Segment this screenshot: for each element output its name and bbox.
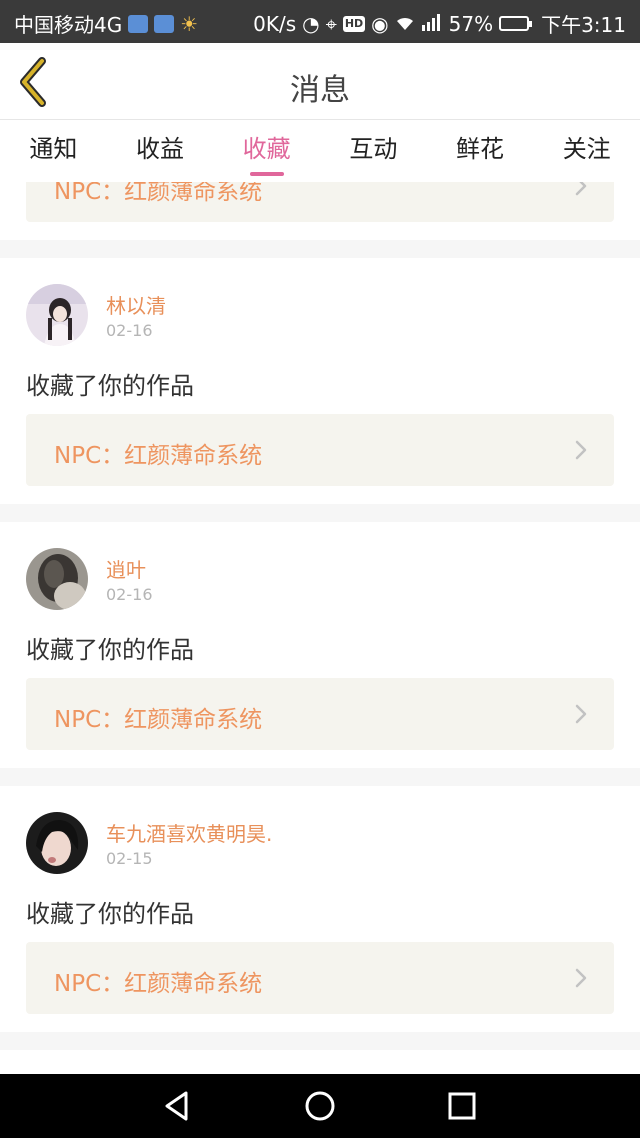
username[interactable]: 林以清 (106, 290, 166, 319)
wifi-icon (395, 12, 415, 36)
clock: 下午3:11 (541, 13, 626, 37)
chevron-right-icon (575, 440, 587, 460)
message-date: 02-16 (106, 585, 153, 604)
work-link[interactable]: NPC：红颜薄命系统 (26, 182, 614, 222)
message-date: 02-16 (106, 321, 153, 340)
data-saver-icon: ◔ (302, 11, 320, 36)
triangle-back-icon (165, 1091, 188, 1121)
nav-home-button[interactable] (302, 1088, 338, 1124)
action-text: 收藏了你的作品 (26, 636, 194, 664)
message-card: 逍叶 02-16 收藏了你的作品 NPC：红颜薄命系统 (0, 522, 640, 768)
status-bar-left: 中国移动4G ☀ (14, 9, 198, 38)
tab-notifications[interactable]: 通知 (0, 120, 107, 182)
hd-icon: HD (342, 15, 366, 32)
tab-favorites[interactable]: 收藏 (213, 120, 320, 182)
eye-icon: ◉ (371, 11, 389, 36)
message-card: 车九酒喜欢黄明昊. 02-15 收藏了你的作品 NPC：红颜薄命系统 (0, 786, 640, 1032)
chevron-right-icon (575, 968, 587, 988)
avatar[interactable] (26, 548, 88, 610)
circle-home-icon (305, 1091, 335, 1121)
action-text: 收藏了你的作品 (26, 900, 194, 928)
work-link[interactable]: NPC：红颜薄命系统 (26, 414, 614, 486)
sun-icon: ☀ (180, 11, 199, 36)
status-bar-right: 0K/s ◔ ⌖ HD ◉ 57% 下午3:11 (253, 9, 626, 38)
app-header: 消息 (0, 43, 640, 120)
work-link[interactable]: NPC：红颜薄命系统 (26, 678, 614, 750)
message-card: 林以清 02-16 收藏了你的作品 NPC：红颜薄命系统 (0, 258, 640, 504)
chevron-right-icon (575, 182, 587, 196)
username[interactable]: 逍叶 (106, 554, 146, 583)
work-title: NPC：红颜薄命系统 (54, 971, 263, 997)
work-title: NPC：红颜薄命系统 (54, 182, 263, 205)
work-title: NPC：红颜薄命系统 (54, 443, 263, 469)
page-title: 消息 (290, 73, 350, 108)
avatar[interactable] (26, 812, 88, 874)
username[interactable]: 车九酒喜欢黄明昊. (106, 818, 272, 847)
status-bar: 中国移动4G ☀ 0K/s ◔ ⌖ HD ◉ 57% 下午3:11 (0, 0, 640, 43)
tab-earnings[interactable]: 收益 (107, 120, 214, 182)
avatar[interactable] (26, 284, 88, 346)
wifi-call-icon (154, 14, 175, 33)
location-icon: ⌖ (325, 11, 337, 36)
carrier-label: 中国移动4G (14, 13, 123, 37)
signal-icon (421, 12, 443, 36)
chevron-right-icon (575, 704, 587, 724)
message-date: 02-15 (106, 849, 153, 868)
action-text: 收藏了你的作品 (26, 372, 194, 400)
battery-icon (499, 16, 533, 31)
battery-percent: 57% (448, 11, 494, 36)
work-link[interactable]: NPC：红颜薄命系统 (26, 942, 614, 1014)
tab-flowers[interactable]: 鲜花 (427, 120, 534, 182)
system-nav-bar (0, 1074, 640, 1138)
network-speed: 0K/s (253, 11, 297, 36)
tab-interactions[interactable]: 互动 (320, 120, 427, 182)
message-card (0, 1050, 640, 1074)
message-card: NPC：红颜薄命系统 (0, 182, 640, 240)
nav-back-button[interactable] (160, 1088, 196, 1124)
square-recents-icon (448, 1092, 476, 1120)
wifi-call-icon (128, 14, 149, 33)
tab-follows[interactable]: 关注 (533, 120, 640, 182)
nav-recents-button[interactable] (444, 1088, 480, 1124)
work-title: NPC：红颜薄命系统 (54, 707, 263, 733)
message-feed[interactable]: NPC：红颜薄命系统 林以清 02-16 收藏了你的作品 NPC：红颜薄命系统 … (0, 182, 640, 1074)
tab-bar: 通知 收益 收藏 互动 鲜花 关注 (0, 120, 640, 182)
